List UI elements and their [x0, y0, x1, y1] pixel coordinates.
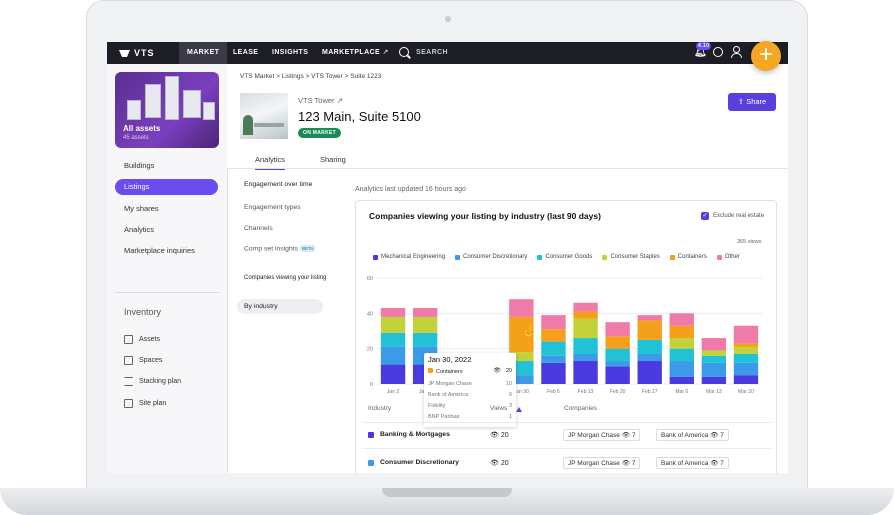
- row-industry: Consumer Discretionary: [380, 459, 459, 466]
- bar-segment: [412, 308, 438, 317]
- y-tick-label: 60: [367, 276, 373, 282]
- bar-segment: [509, 299, 534, 317]
- bar-segment: [412, 316, 438, 333]
- bar-segment: [380, 316, 406, 333]
- app-screen: VTS MARKET LEASE INSIGHTS MARKETPLACE ↗ …: [107, 42, 788, 473]
- bar-segment: [637, 353, 662, 362]
- y-tick-label: 20: [367, 347, 373, 353]
- bar-segment: [669, 348, 694, 362]
- bar-segment: [380, 346, 406, 365]
- bar-segment: [573, 353, 598, 362]
- bar-segment: [573, 318, 598, 339]
- table-divider: [362, 422, 772, 423]
- bar-segment: [733, 375, 759, 384]
- x-tick-label: Mar 20: [738, 389, 754, 395]
- bar-segment: [573, 302, 598, 312]
- bar-segment: [605, 361, 630, 367]
- eye-icon: 👁︎: [493, 368, 501, 374]
- eye-icon: 👁︎: [490, 460, 499, 467]
- bar-segment: [637, 320, 662, 340]
- hand-cursor-icon: ☝: [522, 326, 536, 338]
- bar-segment: [701, 362, 727, 377]
- bar-segment: [733, 325, 759, 344]
- bar-segment: [701, 350, 727, 356]
- bar-segment: [701, 338, 727, 351]
- x-tick-label: Mar 13: [706, 389, 722, 395]
- x-tick-label: Feb 20: [610, 389, 626, 395]
- table-header-companies[interactable]: Companies: [564, 405, 597, 412]
- bar-segment: [573, 311, 598, 319]
- company-chip[interactable]: Bank of America 👁︎ 7: [656, 457, 729, 469]
- y-tick-label: 40: [367, 311, 373, 317]
- bar-segment: [669, 338, 694, 349]
- table-header-industry[interactable]: Industry: [368, 405, 398, 412]
- eye-icon: 👁︎: [710, 432, 719, 439]
- sort-ascending-icon[interactable]: [516, 407, 522, 412]
- row-views: 👁︎ 20: [490, 432, 509, 439]
- bar-segment: [701, 376, 727, 384]
- bar-segment: [733, 346, 759, 354]
- bar-segment: [605, 336, 630, 349]
- chart-tooltip: Jan 30, 2022 Containers 👁︎ 20 JP Morgan …: [424, 353, 516, 427]
- eye-icon: 👁︎: [710, 460, 719, 467]
- bar-segment: [380, 308, 406, 317]
- bar-segment: [541, 362, 566, 384]
- laptop-notch: [382, 488, 512, 497]
- bar-segment: [573, 338, 598, 354]
- bar-segment: [637, 315, 662, 321]
- eye-icon: 👁︎: [490, 432, 499, 439]
- company-chip[interactable]: JP Morgan Chase 👁︎ 7: [563, 429, 641, 441]
- eye-icon: 👁︎: [621, 460, 630, 467]
- bar-segment: [412, 332, 438, 347]
- bar-segment: [701, 355, 727, 363]
- row-industry: Banking & Mortgages: [380, 431, 450, 438]
- tooltip-date: Jan 30, 2022: [428, 355, 472, 364]
- row-swatch: [368, 460, 374, 466]
- x-tick-label: Feb 13: [578, 389, 594, 395]
- bar-segment: [541, 341, 566, 356]
- tooltip-series-row: Containers 👁︎ 20: [428, 368, 512, 375]
- bar-segment: [669, 325, 694, 339]
- bar-segment: [380, 364, 406, 384]
- bar-segment: [637, 339, 662, 354]
- bar-segment: [605, 366, 630, 384]
- x-tick-label: Jan 30: [514, 389, 529, 395]
- table-divider: [362, 448, 772, 449]
- bar-segment: [733, 353, 759, 363]
- x-tick-label: Feb 6: [547, 389, 560, 395]
- eye-icon: 👁︎: [621, 432, 630, 439]
- row-views: 👁︎ 20: [490, 460, 509, 467]
- x-tick-label: Mar 6: [675, 389, 688, 395]
- company-chip[interactable]: JP Morgan Chase 👁︎ 7: [563, 457, 641, 469]
- bar-segment: [605, 348, 630, 362]
- bar-segment: [669, 361, 694, 377]
- add-fab-button[interactable]: +: [751, 41, 781, 71]
- bar-segment: [669, 313, 694, 326]
- bar-segment: [541, 315, 566, 330]
- tooltip-company-row: BNP Paribas 1: [428, 414, 512, 420]
- bar-segment: [637, 361, 662, 384]
- camera-dot: [445, 16, 451, 22]
- bar-segment: [733, 343, 759, 347]
- bar-segment: [380, 332, 406, 347]
- table-header-views[interactable]: Views: [490, 405, 507, 412]
- row-swatch: [368, 432, 374, 438]
- bar-segment: [541, 355, 566, 363]
- x-tick-label: Feb 27: [642, 389, 658, 395]
- company-chip[interactable]: Bank of America 👁︎ 7: [656, 429, 729, 441]
- bar-segment: [605, 322, 630, 337]
- tooltip-company-row: JP Morgan Chase 10: [428, 381, 512, 387]
- bar-segment: [573, 361, 598, 384]
- bar-segment: [541, 329, 566, 342]
- x-tick-label: Jan 2: [387, 389, 399, 395]
- tooltip-company-row: Bank of America 6: [428, 392, 512, 398]
- bar-segment: [733, 362, 759, 376]
- tooltip-swatch: [428, 368, 433, 373]
- y-tick-label: 0: [370, 382, 373, 388]
- bar-segment: [669, 376, 694, 384]
